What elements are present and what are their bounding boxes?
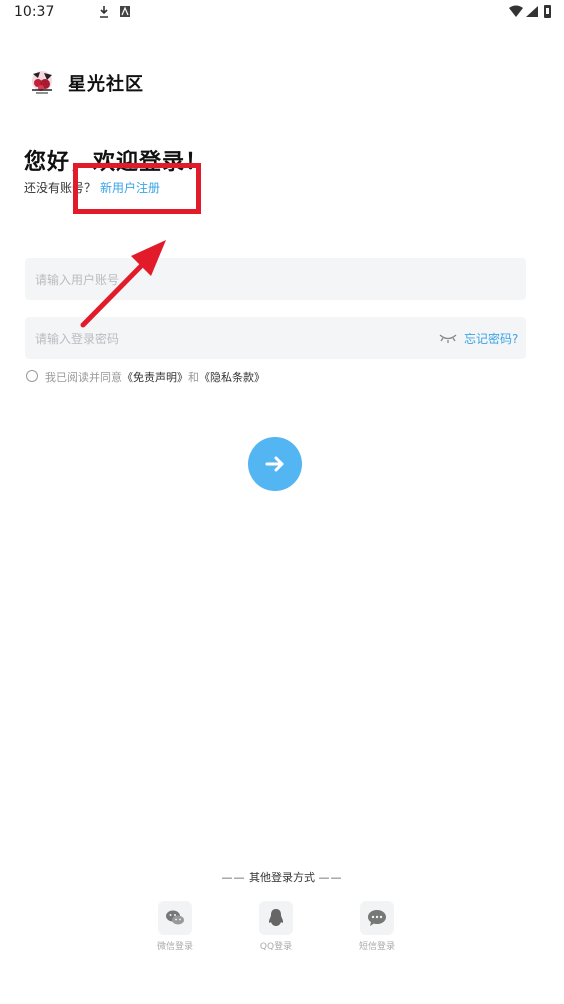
- qq-icon-box: [259, 901, 293, 935]
- username-input[interactable]: [33, 258, 417, 302]
- status-time: 10:37: [14, 4, 55, 20]
- other-login-label: 其他登录方式: [249, 871, 315, 884]
- app-header: 星光社区: [28, 66, 328, 98]
- disclaimer-link[interactable]: 《免责声明》: [122, 371, 188, 384]
- other-login-title: —— 其他登录方式 ——: [0, 869, 564, 885]
- password-field[interactable]: 忘记密码?: [25, 317, 526, 361]
- agreement-and: 和: [188, 371, 199, 384]
- qq-icon: [269, 909, 283, 926]
- sms-icon-box: [360, 901, 394, 935]
- agreement-radio[interactable]: [26, 370, 38, 382]
- password-input[interactable]: [33, 317, 417, 361]
- username-field[interactable]: [25, 258, 526, 302]
- privacy-link[interactable]: 《隐私条款》: [199, 371, 265, 384]
- forgot-password-link[interactable]: 忘记密码?: [464, 330, 518, 347]
- annotation-highlight-box: [73, 163, 201, 214]
- wechat-login-button[interactable]: 微信登录: [145, 901, 205, 953]
- sms-login-label: 短信登录: [358, 942, 395, 952]
- qq-login-label: QQ登录: [259, 942, 293, 952]
- system-status-icons: [509, 5, 551, 18]
- app-logo: [32, 71, 52, 94]
- app-name: 星光社区: [68, 74, 144, 95]
- eye-closed-icon[interactable]: [439, 332, 457, 344]
- qq-login-button[interactable]: QQ登录: [246, 901, 306, 953]
- divider-dash-right: ——: [318, 871, 343, 884]
- login-submit-button[interactable]: [248, 437, 302, 491]
- sms-login-button[interactable]: 短信登录: [347, 901, 407, 953]
- agreement-prefix: 我已阅读并同意: [45, 371, 122, 384]
- agreement-text: 我已阅读并同意《免责声明》和《隐私条款》: [45, 369, 265, 385]
- arrow-right-icon: [265, 456, 284, 472]
- wechat-login-label: 微信登录: [156, 942, 193, 952]
- divider-dash-left: ——: [221, 871, 246, 884]
- wechat-icon: [166, 910, 184, 925]
- status-bar: 10:37: [0, 0, 564, 26]
- download-icon: [100, 6, 130, 18]
- wechat-icon-box: [158, 901, 192, 935]
- sms-icon: [368, 910, 386, 926]
